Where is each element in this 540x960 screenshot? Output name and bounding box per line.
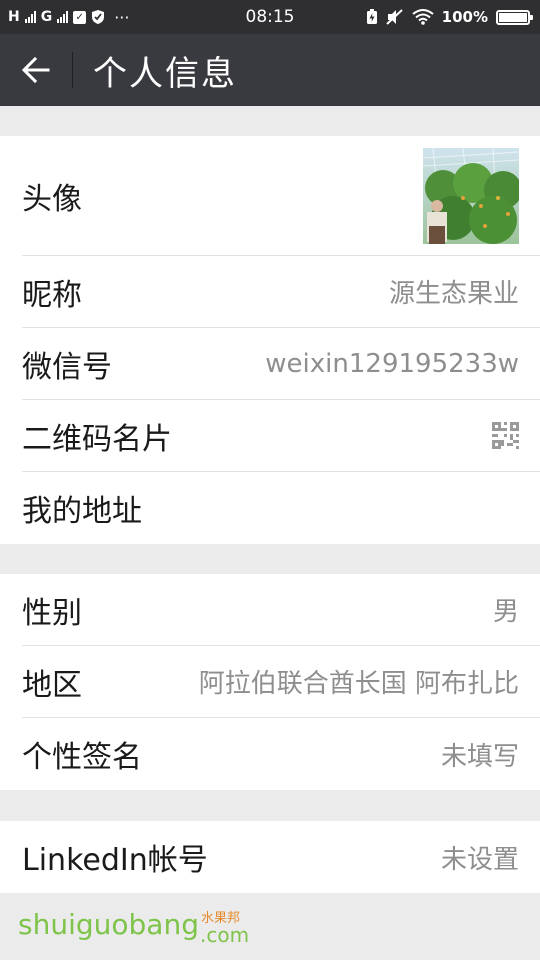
watermark-suffix: .com (199, 923, 250, 947)
qr-card-label: 二维码名片 (22, 421, 172, 457)
linkedin-row[interactable]: LinkedIn帐号 未设置 (22, 821, 540, 893)
check-notification-icon: ✓ (73, 10, 87, 24)
site-watermark: shuiguobang 水果邦 .com (18, 908, 249, 947)
title-bar: 个人信息 (0, 34, 540, 106)
region-value: 阿拉伯联合酋长国 阿布扎比 (198, 669, 519, 699)
title-divider (72, 52, 73, 88)
shield-icon (92, 10, 105, 24)
page-title: 个人信息 (93, 53, 237, 94)
status-right-icons: 100% (366, 8, 533, 26)
gender-label: 性别 (22, 595, 82, 631)
mute-icon (385, 9, 403, 25)
gender-value: 男 (492, 597, 519, 627)
watermark-text: shuiguobang (18, 908, 199, 941)
linkedin-label: LinkedIn帐号 (22, 843, 208, 878)
status-bar: H G ✓ ··· 08:15 100% (0, 0, 540, 34)
avatar-row[interactable]: 头像 (22, 136, 540, 256)
profile-group: 头像 昵称 源生态果业 微信号 weixin129195233w 二维码名片 我… (0, 136, 540, 544)
signature-row[interactable]: 个性签名 未填写 (22, 718, 540, 790)
details-group: 性别 男 地区 阿拉伯联合酋长国 阿布扎比 个性签名 未填写 (0, 574, 540, 790)
address-row[interactable]: 我的地址 (22, 472, 540, 544)
battery-saver-icon (366, 9, 377, 24)
linkedin-group: LinkedIn帐号 未设置 (0, 821, 540, 893)
signal-type-2: G (40, 9, 53, 25)
signal-type-1: H (8, 9, 20, 25)
signature-value: 未填写 (440, 741, 519, 772)
battery-percent: 100% (441, 8, 488, 26)
qr-code-icon (492, 422, 519, 449)
status-time: 08:15 (245, 7, 295, 27)
wechat-id-value: weixin129195233w (265, 348, 519, 379)
wechat-id-row[interactable]: 微信号 weixin129195233w (22, 328, 540, 400)
wechat-id-label: 微信号 (22, 349, 112, 385)
nickname-label: 昵称 (22, 277, 82, 313)
region-row[interactable]: 地区 阿拉伯联合酋长国 阿布扎比 (22, 646, 540, 718)
address-label: 我的地址 (22, 494, 142, 529)
more-notifications-icon: ··· (114, 7, 130, 27)
avatar-label: 头像 (22, 181, 82, 217)
signal-bars-icon (24, 11, 36, 23)
region-label: 地区 (22, 667, 82, 703)
qr-card-row[interactable]: 二维码名片 (22, 400, 540, 472)
back-button[interactable] (0, 34, 72, 106)
avatar[interactable] (423, 147, 519, 244)
nickname-value: 源生态果业 (388, 279, 519, 309)
linkedin-value: 未设置 (440, 844, 519, 875)
battery-icon (496, 9, 533, 25)
wifi-icon (412, 9, 434, 25)
back-arrow-icon (22, 57, 50, 83)
gender-row[interactable]: 性别 男 (22, 574, 540, 646)
signal-bars-icon-2 (57, 11, 69, 23)
signature-label: 个性签名 (22, 740, 142, 775)
status-left-icons: H G ✓ ··· (8, 8, 129, 27)
nickname-row[interactable]: 昵称 源生态果业 (22, 256, 540, 328)
